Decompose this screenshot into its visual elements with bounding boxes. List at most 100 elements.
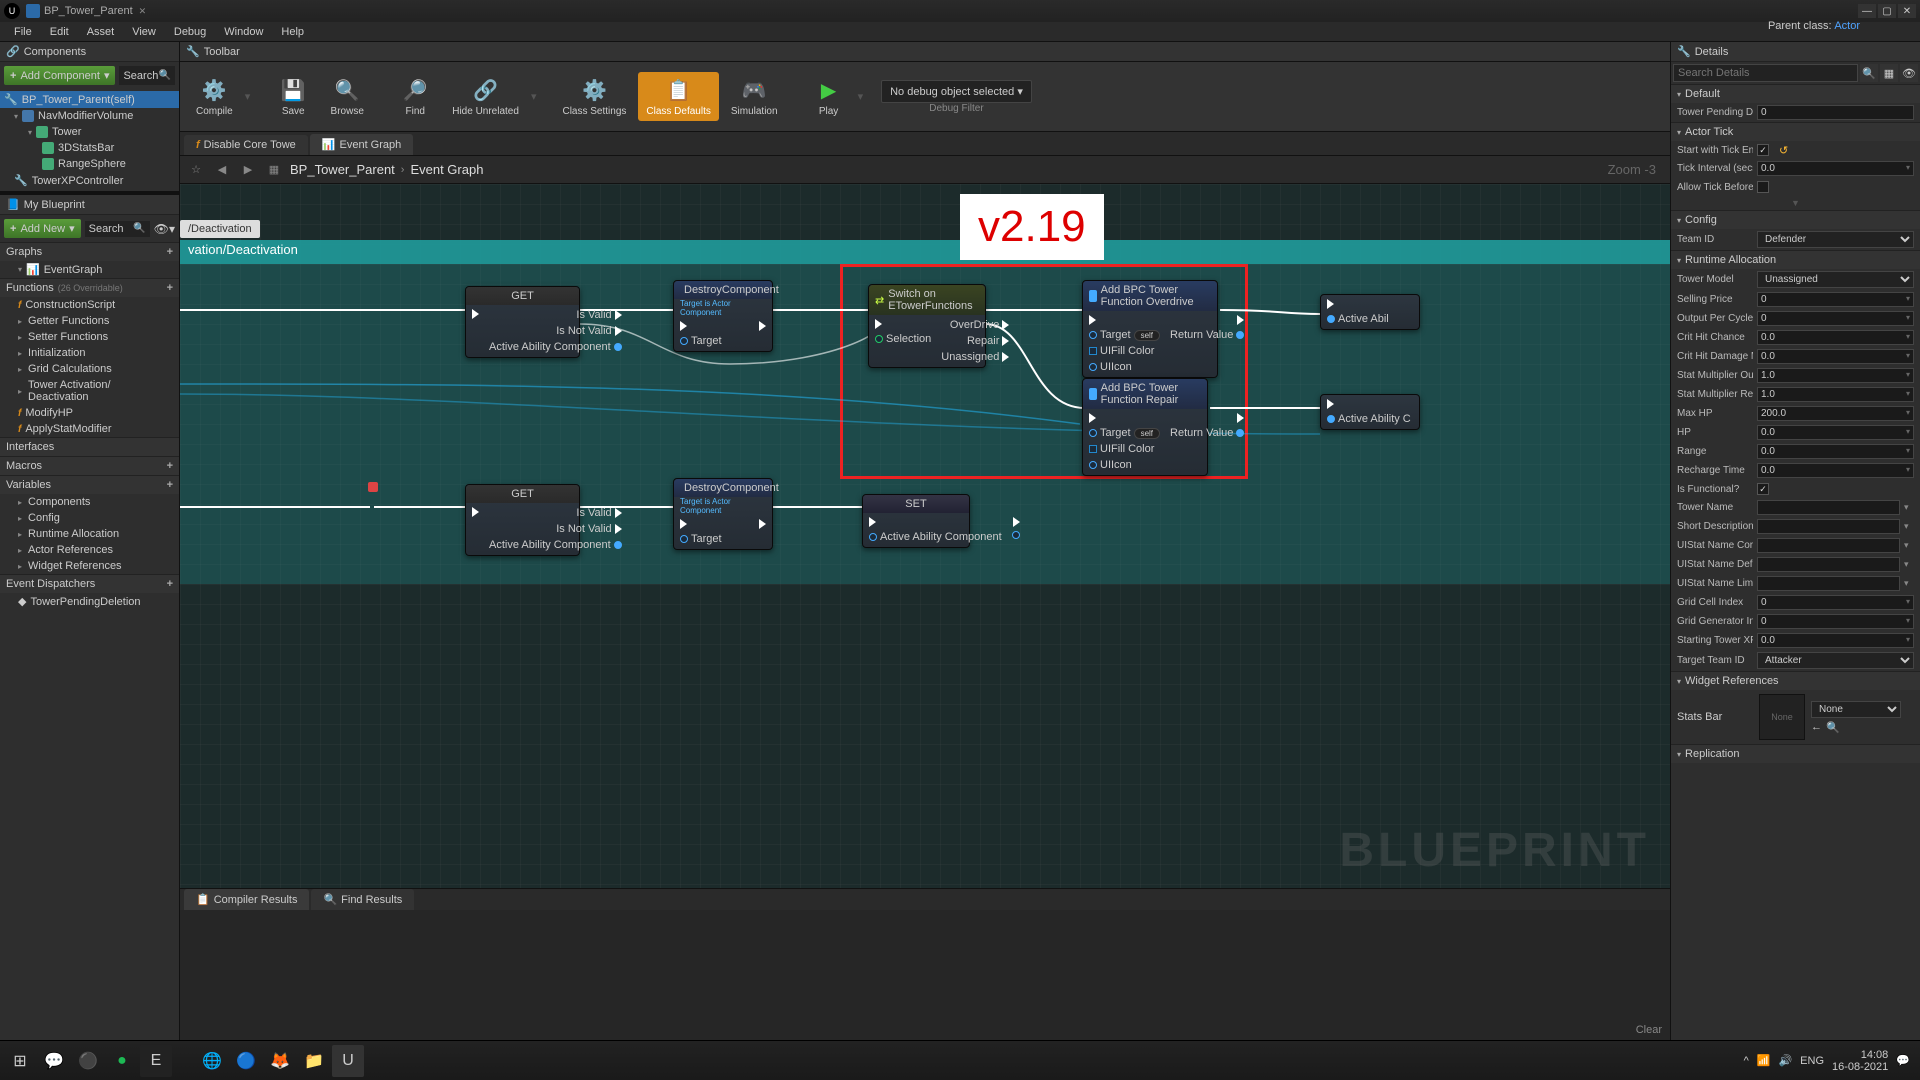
view-options-icon[interactable]: 👁▾ xyxy=(154,222,175,236)
hp-input[interactable]: 0.0▾ xyxy=(1757,425,1914,440)
maximize-button[interactable]: ▢ xyxy=(1878,4,1896,18)
uistatlim-input[interactable] xyxy=(1757,576,1900,591)
menu-edit[interactable]: Edit xyxy=(42,24,77,40)
wifi-icon[interactable]: 📶 xyxy=(1757,1054,1771,1067)
spotify-icon[interactable]: ● xyxy=(106,1045,138,1077)
tray-expand-icon[interactable]: ^ xyxy=(1744,1055,1749,1067)
category-config[interactable]: Config xyxy=(1671,210,1920,229)
component-root[interactable]: 🔧BP_Tower_Parent(self) xyxy=(0,91,179,108)
team-id-select[interactable]: Defender xyxy=(1757,231,1914,248)
statsbar-select[interactable]: None xyxy=(1811,701,1901,718)
grid-cell-input[interactable]: 0▾ xyxy=(1757,595,1914,610)
tab-find-results[interactable]: 🔍Find Results xyxy=(311,889,414,910)
node-partial[interactable]: Active Ability C xyxy=(1320,394,1420,430)
comment-title[interactable]: vation/Deactivation xyxy=(180,240,1670,264)
add-graph-button[interactable]: + xyxy=(167,246,173,258)
selling-price-input[interactable]: 0▾ xyxy=(1757,292,1914,307)
play-button[interactable]: ▶Play xyxy=(804,72,854,121)
find-button[interactable]: 🔎Find xyxy=(390,72,440,121)
chrome-icon[interactable]: 🔵 xyxy=(230,1045,262,1077)
graph-canvas[interactable]: /Deactivation vation/Deactivation v2.19 xyxy=(180,184,1670,888)
nav-back-button[interactable]: ◀ xyxy=(212,160,232,180)
parent-class-link[interactable]: Actor xyxy=(1834,20,1860,32)
uistatdef-input[interactable] xyxy=(1757,557,1900,572)
tab-disable-core[interactable]: fDisable Core Towe xyxy=(184,135,308,155)
window-close-button[interactable]: ✕ xyxy=(1898,4,1916,18)
add-variable-button[interactable]: + xyxy=(167,479,173,491)
function-category[interactable]: Setter Functions xyxy=(0,329,179,345)
function-item[interactable]: fModifyHP xyxy=(0,405,179,421)
epic-icon[interactable]: E xyxy=(140,1045,172,1077)
add-new-button[interactable]: +Add New▾ xyxy=(4,219,81,238)
menu-help[interactable]: Help xyxy=(273,24,312,40)
variable-category[interactable]: Components xyxy=(0,494,179,510)
node-add-overdrive[interactable]: Add BPC Tower Function Overdrive Target … xyxy=(1082,280,1218,378)
node-set[interactable]: SET Active Ability Component xyxy=(862,494,970,548)
tab-event-graph[interactable]: 📊Event Graph xyxy=(310,134,413,155)
reset-icon[interactable]: ↺ xyxy=(1779,144,1788,157)
add-component-button[interactable]: +Add Component▾ xyxy=(4,66,115,85)
range-input[interactable]: 0.0▾ xyxy=(1757,444,1914,459)
dropdown-icon[interactable]: ▾ xyxy=(1904,502,1914,513)
short-desc-input[interactable] xyxy=(1757,519,1900,534)
tab-compiler-results[interactable]: 📋Compiler Results xyxy=(184,889,309,910)
unreal-taskbar-icon[interactable]: U xyxy=(332,1045,364,1077)
explorer-icon[interactable]: 📁 xyxy=(298,1045,330,1077)
variable-category[interactable]: Runtime Allocation xyxy=(0,526,179,542)
add-function-button[interactable]: + xyxy=(167,282,173,294)
grid-gen-input[interactable]: 0▾ xyxy=(1757,614,1914,629)
menu-asset[interactable]: Asset xyxy=(79,24,123,40)
category-default[interactable]: Default xyxy=(1671,84,1920,103)
notifications-icon[interactable]: 💬 xyxy=(1896,1054,1910,1067)
menu-view[interactable]: View xyxy=(124,24,164,40)
favorite-star-icon[interactable]: ☆ xyxy=(186,160,206,180)
start-button[interactable]: ⊞ xyxy=(4,1045,36,1077)
graphs-section[interactable]: Graphs+ xyxy=(0,242,179,261)
pending-delete-input[interactable]: 0 xyxy=(1757,105,1914,120)
tick-interval-input[interactable]: 0.0▾ xyxy=(1757,161,1914,176)
simulation-button[interactable]: 🎮Simulation xyxy=(723,72,786,121)
function-category[interactable]: Initialization xyxy=(0,345,179,361)
edge-icon[interactable]: 🌐 xyxy=(196,1045,228,1077)
start-xp-input[interactable]: 0.0▾ xyxy=(1757,633,1914,648)
save-button[interactable]: 💾Save xyxy=(268,72,318,121)
tick-before-checkbox[interactable] xyxy=(1757,181,1769,193)
clock[interactable]: 14:08 16-08-2021 xyxy=(1832,1049,1888,1073)
class-defaults-button[interactable]: 📋Class Defaults xyxy=(638,72,718,121)
category-widget[interactable]: Widget References xyxy=(1671,671,1920,690)
uistatcore-input[interactable] xyxy=(1757,538,1900,553)
breadcrumb-leaf[interactable]: Event Graph xyxy=(410,162,483,177)
node-partial[interactable]: Active Abil xyxy=(1320,294,1420,330)
output-cycle-input[interactable]: 0▾ xyxy=(1757,311,1914,326)
maxhp-input[interactable]: 200.0▾ xyxy=(1757,406,1914,421)
search-icon[interactable]: 🔍 xyxy=(1860,64,1878,82)
comment-tab[interactable]: /Deactivation xyxy=(180,220,260,238)
use-asset-icon[interactable]: ← xyxy=(1811,721,1822,734)
component-item[interactable]: ▾Tower xyxy=(0,124,179,140)
compile-button[interactable]: ⚙️Compile xyxy=(188,72,241,121)
language-indicator[interactable]: ENG xyxy=(1800,1055,1824,1067)
browse-asset-icon[interactable]: 🔍 xyxy=(1826,721,1840,734)
function-category[interactable]: Grid Calculations xyxy=(0,361,179,377)
functions-section[interactable]: Functions (26 Overridable)+ xyxy=(0,278,179,297)
add-macro-button[interactable]: + xyxy=(167,460,173,472)
graph-item[interactable]: ▾📊EventGraph xyxy=(0,261,179,278)
app-icon[interactable]: ⚫ xyxy=(72,1045,104,1077)
node-get[interactable]: GET Is Valid Is Not Valid Active Ability… xyxy=(465,286,580,358)
clear-button[interactable]: Clear xyxy=(1636,1024,1662,1036)
firefox-icon[interactable]: 🦊 xyxy=(264,1045,296,1077)
components-search-input[interactable]: Search🔍 xyxy=(119,66,175,85)
stat-rech-input[interactable]: 1.0▾ xyxy=(1757,387,1914,402)
add-dispatcher-button[interactable]: + xyxy=(167,578,173,590)
component-item[interactable]: RangeSphere xyxy=(0,156,179,172)
variable-category[interactable]: Actor References xyxy=(0,542,179,558)
dispatcher-item[interactable]: ◆TowerPendingDeletion xyxy=(0,593,179,610)
node-switch[interactable]: ⇄Switch on ETowerFunctions Selection Ove… xyxy=(868,284,986,368)
myblueprint-search-input[interactable]: Search🔍 xyxy=(85,221,150,237)
category-replication[interactable]: Replication xyxy=(1671,744,1920,763)
breadcrumb-root[interactable]: BP_Tower_Parent xyxy=(290,162,395,177)
eye-icon[interactable]: 👁 xyxy=(1900,64,1918,82)
hide-unrelated-button[interactable]: 🔗Hide Unrelated xyxy=(444,72,527,121)
menu-file[interactable]: File xyxy=(6,24,40,40)
node-add-repair[interactable]: Add BPC Tower Function Repair Target sel… xyxy=(1082,378,1208,476)
